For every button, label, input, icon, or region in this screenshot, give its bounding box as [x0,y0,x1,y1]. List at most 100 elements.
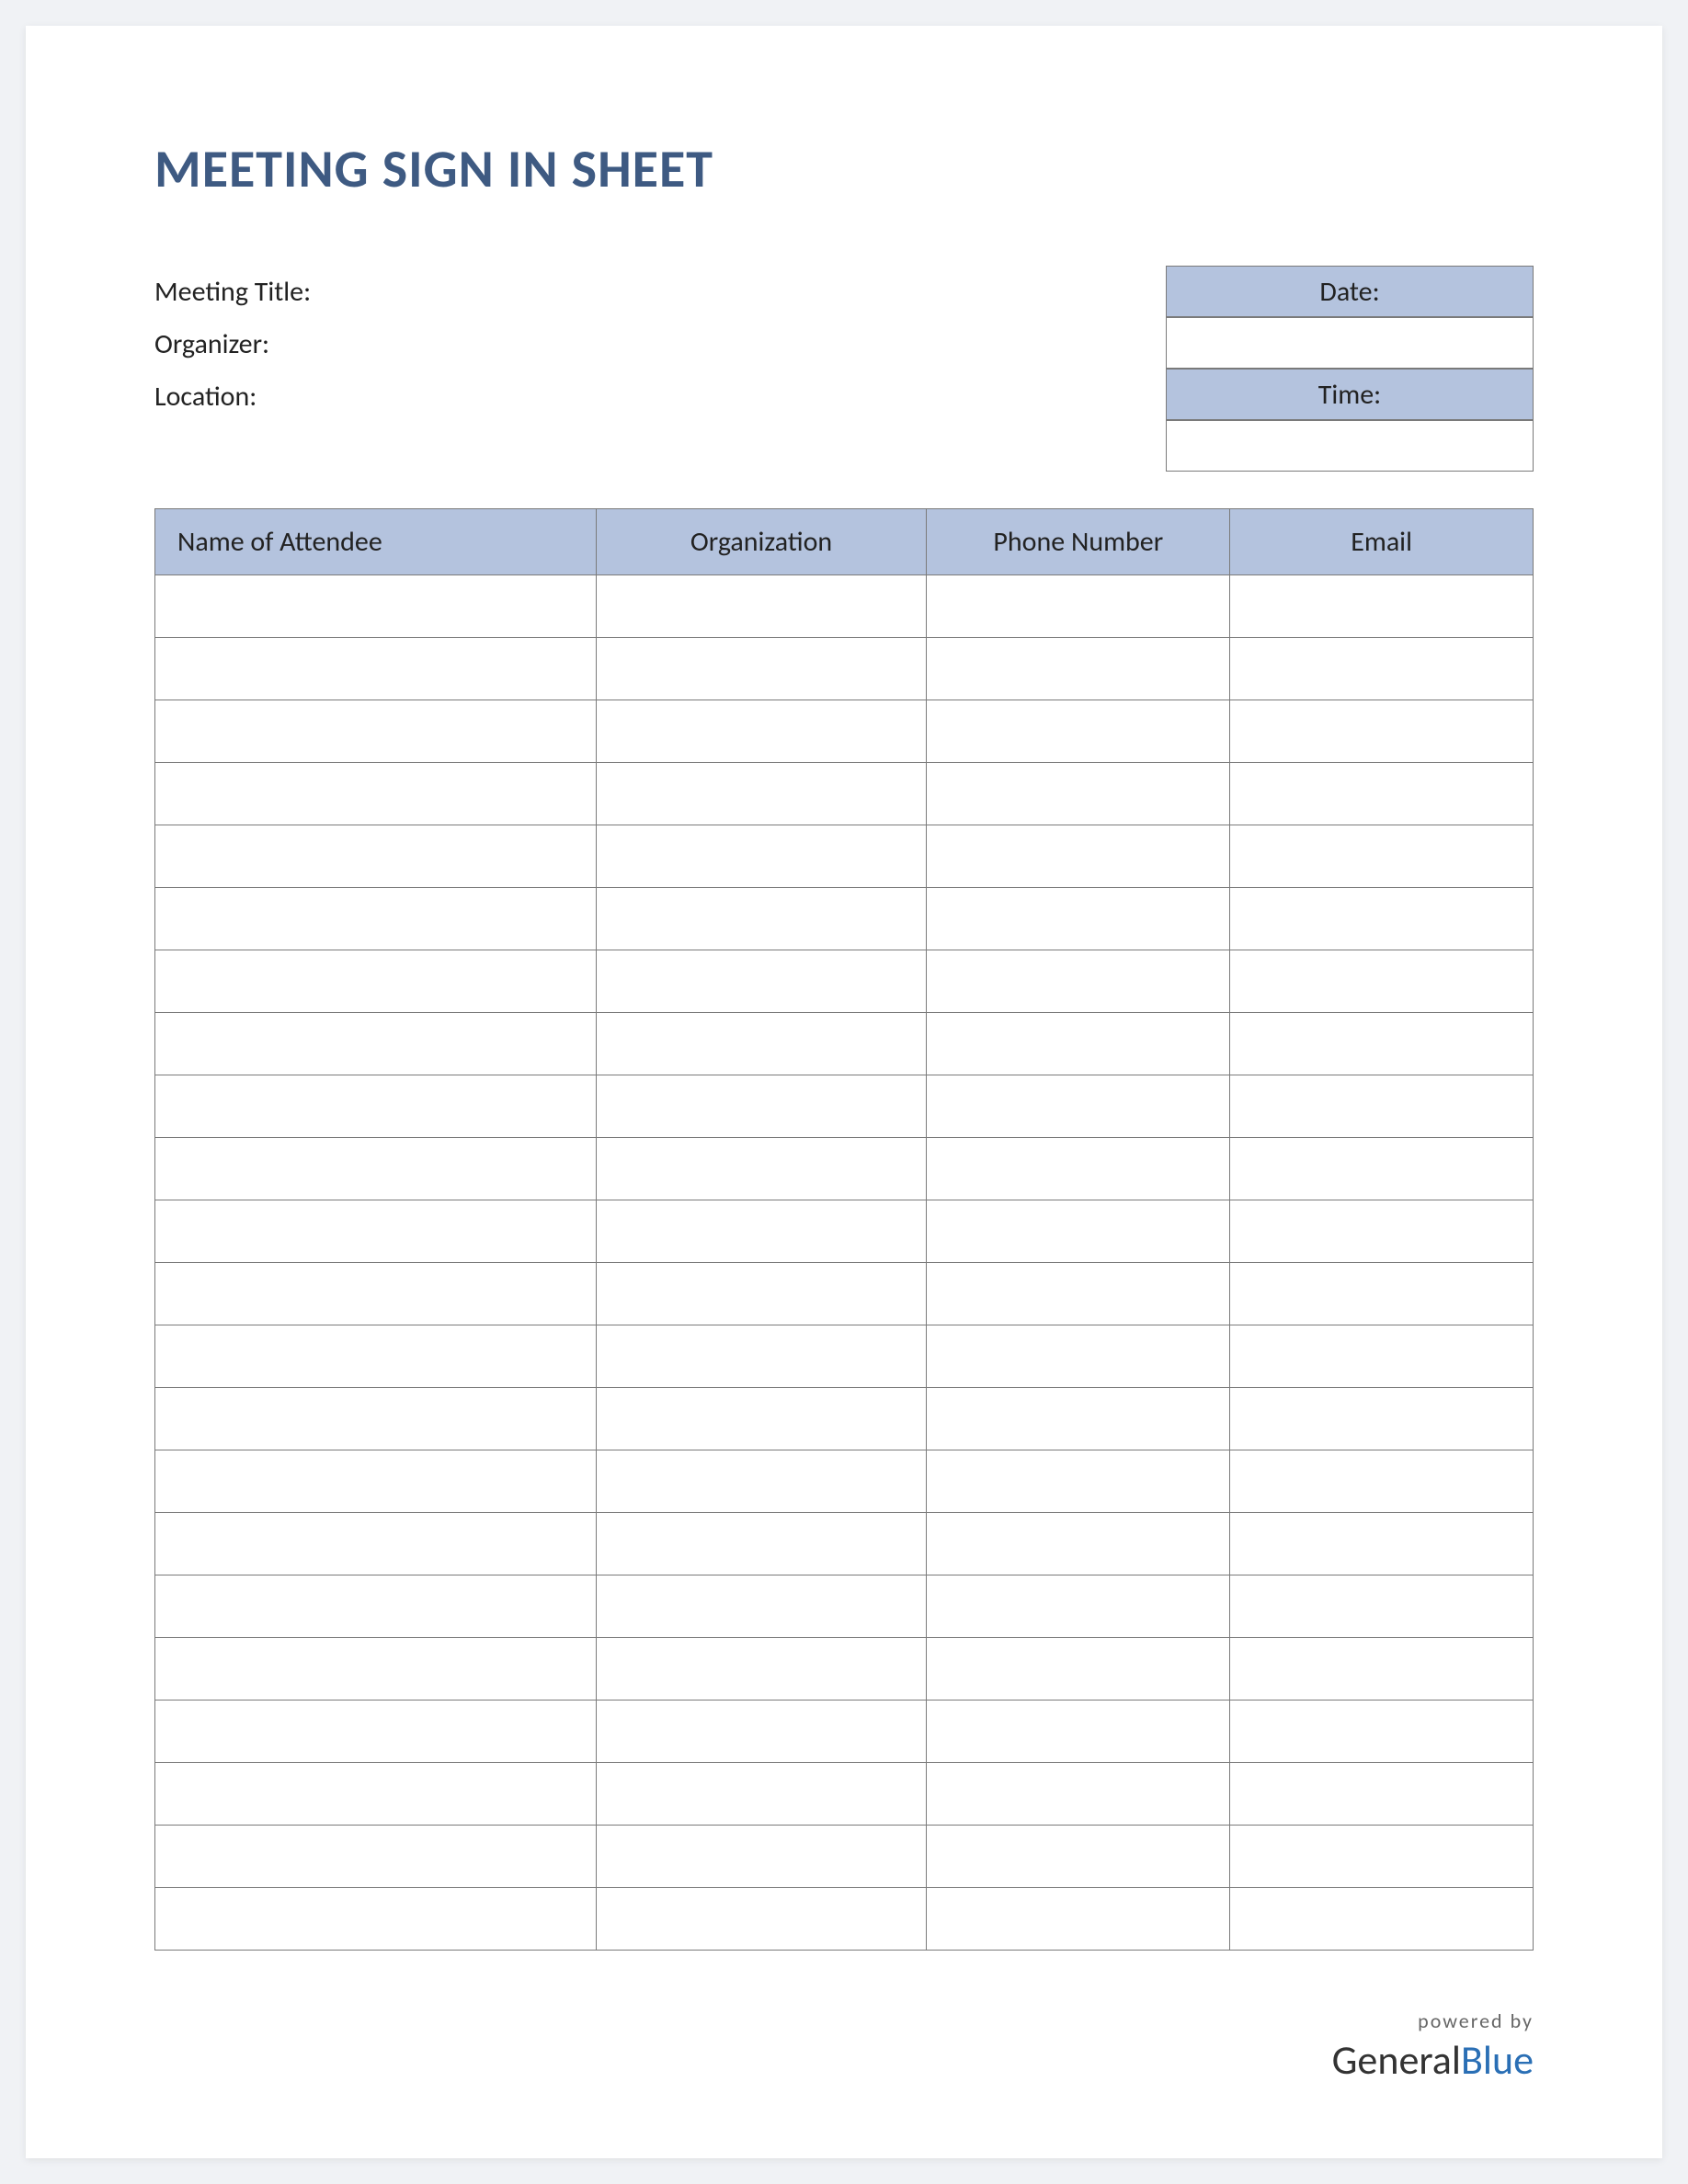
table-cell[interactable] [927,1638,1230,1701]
table-row [155,1263,1534,1325]
table-cell[interactable] [596,1325,927,1388]
table-cell[interactable] [927,1763,1230,1826]
table-cell[interactable] [155,1388,597,1450]
table-cell[interactable] [1230,1513,1534,1575]
table-cell[interactable] [155,1575,597,1638]
table-cell[interactable] [596,763,927,825]
table-cell[interactable] [927,1513,1230,1575]
table-cell[interactable] [155,1888,597,1951]
table-cell[interactable] [1230,1263,1534,1325]
table-cell[interactable] [1230,888,1534,950]
table-cell[interactable] [596,888,927,950]
table-cell[interactable] [1230,1388,1534,1450]
table-cell[interactable] [927,1263,1230,1325]
table-cell[interactable] [596,1200,927,1263]
table-cell[interactable] [927,763,1230,825]
table-cell[interactable] [927,1888,1230,1951]
table-cell[interactable] [596,575,927,638]
date-value[interactable] [1166,317,1534,369]
table-cell[interactable] [1230,1638,1534,1701]
table-cell[interactable] [155,1763,597,1826]
table-cell[interactable] [1230,638,1534,700]
table-cell[interactable] [596,1701,927,1763]
table-cell[interactable] [1230,1138,1534,1200]
table-cell[interactable] [596,1388,927,1450]
info-section: Meeting Title: Organizer: Location: Date… [154,266,1534,472]
table-cell[interactable] [1230,700,1534,763]
table-cell[interactable] [155,1138,597,1200]
table-cell[interactable] [927,825,1230,888]
table-cell[interactable] [155,575,597,638]
table-cell[interactable] [596,1138,927,1200]
table-cell[interactable] [927,1450,1230,1513]
table-cell[interactable] [596,1575,927,1638]
table-row [155,1888,1534,1951]
table-cell[interactable] [596,1826,927,1888]
header-email: Email [1230,509,1534,575]
table-cell[interactable] [927,1701,1230,1763]
table-cell[interactable] [155,1638,597,1701]
table-cell[interactable] [1230,1701,1534,1763]
table-cell[interactable] [155,638,597,700]
table-cell[interactable] [155,700,597,763]
table-cell[interactable] [596,1763,927,1826]
table-cell[interactable] [1230,1575,1534,1638]
time-value[interactable] [1166,420,1534,472]
organizer-label: Organizer: [154,318,311,370]
brand-logo: GeneralBlue [1332,2035,1534,2085]
table-cell[interactable] [927,1200,1230,1263]
table-cell[interactable] [596,700,927,763]
table-cell[interactable] [596,1513,927,1575]
table-cell[interactable] [1230,1763,1534,1826]
table-cell[interactable] [155,825,597,888]
table-cell[interactable] [927,1138,1230,1200]
table-cell[interactable] [155,888,597,950]
table-cell[interactable] [927,1013,1230,1075]
table-cell[interactable] [155,1513,597,1575]
table-cell[interactable] [596,638,927,700]
table-cell[interactable] [596,1263,927,1325]
meta-fields: Meeting Title: Organizer: Location: [154,266,311,423]
table-cell[interactable] [1230,575,1534,638]
table-cell[interactable] [155,1200,597,1263]
table-cell[interactable] [1230,763,1534,825]
table-cell[interactable] [155,1075,597,1138]
table-cell[interactable] [155,950,597,1013]
table-cell[interactable] [927,700,1230,763]
table-cell[interactable] [596,950,927,1013]
table-cell[interactable] [155,1701,597,1763]
table-cell[interactable] [155,763,597,825]
table-cell[interactable] [927,1826,1230,1888]
table-cell[interactable] [155,1450,597,1513]
table-cell[interactable] [927,575,1230,638]
table-row [155,1200,1534,1263]
table-cell[interactable] [1230,1450,1534,1513]
table-cell[interactable] [596,1888,927,1951]
table-row [155,700,1534,763]
table-cell[interactable] [927,950,1230,1013]
table-cell[interactable] [155,1325,597,1388]
table-cell[interactable] [1230,1888,1534,1951]
table-cell[interactable] [1230,825,1534,888]
table-cell[interactable] [596,1638,927,1701]
table-cell[interactable] [927,1075,1230,1138]
table-cell[interactable] [155,1013,597,1075]
table-cell[interactable] [596,1075,927,1138]
table-cell[interactable] [1230,1013,1534,1075]
table-cell[interactable] [596,825,927,888]
table-cell[interactable] [1230,1826,1534,1888]
table-cell[interactable] [927,1325,1230,1388]
table-cell[interactable] [596,1013,927,1075]
table-cell[interactable] [155,1263,597,1325]
table-cell[interactable] [1230,950,1534,1013]
table-cell[interactable] [927,638,1230,700]
table-cell[interactable] [596,1450,927,1513]
table-row [155,1701,1534,1763]
table-cell[interactable] [155,1826,597,1888]
table-cell[interactable] [927,1388,1230,1450]
table-cell[interactable] [1230,1200,1534,1263]
table-cell[interactable] [1230,1325,1534,1388]
table-cell[interactable] [927,1575,1230,1638]
table-cell[interactable] [1230,1075,1534,1138]
table-cell[interactable] [927,888,1230,950]
